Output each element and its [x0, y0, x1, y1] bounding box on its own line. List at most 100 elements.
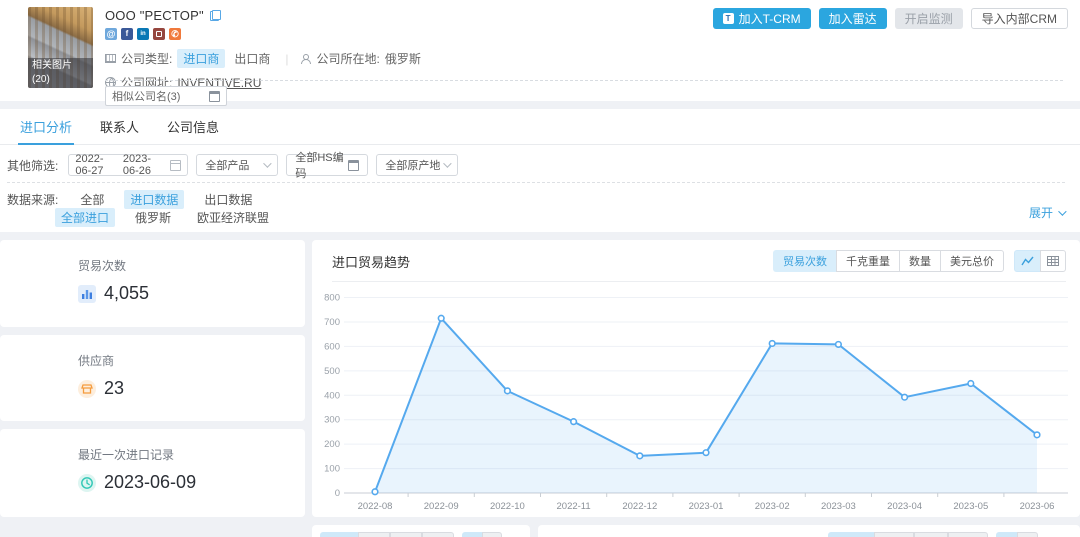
partial-button[interactable]: [828, 532, 874, 537]
building-icon: [105, 54, 116, 63]
header-actions: T 加入T-CRM 加入雷达 开启监测 导入内部CRM: [713, 8, 1068, 29]
partial-toggle[interactable]: [482, 532, 502, 537]
chart-title: 进口贸易趋势: [332, 252, 773, 271]
tab-company-info[interactable]: 公司信息: [165, 109, 221, 144]
partial-button[interactable]: [874, 532, 914, 537]
partial-toggle[interactable]: [462, 532, 482, 537]
partial-button[interactable]: [422, 532, 454, 537]
partial-button[interactable]: [948, 532, 988, 537]
date-start: 2022-06-27: [75, 153, 116, 177]
data-point[interactable]: [637, 453, 643, 459]
add-to-radar-label: 加入雷达: [829, 10, 877, 27]
source-option-import[interactable]: 进口数据: [124, 190, 184, 209]
source-option-export[interactable]: 出口数据: [198, 190, 258, 209]
similar-companies-select[interactable]: 相似公司名(3): [105, 86, 227, 106]
page-root: 相关图片(20) OOO "PECTOP" @ f in ✆ 公司类型: 进口商…: [0, 0, 1080, 537]
filter-label: 其他筛选:: [7, 157, 58, 174]
email-icon[interactable]: @: [105, 28, 117, 40]
phone-icon[interactable]: ✆: [169, 28, 181, 40]
stat-value: 4,055: [104, 283, 149, 304]
tab-contacts[interactable]: 联系人: [98, 109, 141, 144]
linkedin-icon[interactable]: in: [137, 28, 149, 40]
start-monitoring-label: 开启监测: [905, 10, 953, 27]
bar-chart-icon: [78, 285, 96, 303]
similar-companies-label: 相似公司名(3): [112, 88, 180, 104]
chevron-down-icon: [264, 159, 272, 167]
company-photo[interactable]: 相关图片(20): [28, 7, 93, 88]
stat-card-suppliers: 供应商 23: [0, 335, 305, 421]
suboption-russia[interactable]: 俄罗斯: [129, 208, 177, 227]
data-point[interactable]: [703, 450, 709, 456]
table-icon[interactable]: [1040, 250, 1066, 272]
data-point[interactable]: [438, 315, 444, 321]
clock-icon: [78, 474, 96, 492]
stat-card-last-import: 最近一次进口记录 2023-06-09: [0, 429, 305, 517]
tcrm-icon: T: [723, 13, 734, 24]
metric-quantity-button[interactable]: 数量: [899, 250, 940, 272]
add-to-tcrm-button[interactable]: T 加入T-CRM: [713, 8, 811, 29]
data-source-subrow: 全部进口 俄罗斯 欧亚经济联盟: [55, 208, 275, 227]
x-axis-label: 2022-11: [557, 501, 591, 512]
data-point[interactable]: [769, 341, 775, 347]
data-point[interactable]: [836, 342, 842, 348]
metric-trade-count-button[interactable]: 贸易次数: [773, 250, 836, 272]
metric-kg-weight-button[interactable]: 千克重量: [836, 250, 899, 272]
partial-button[interactable]: [914, 532, 948, 537]
company-type-label: 公司类型:: [121, 50, 172, 67]
header-separator: [105, 80, 1063, 81]
expand-toggle[interactable]: 展开: [1029, 204, 1064, 221]
importer-tag[interactable]: 进口商: [177, 49, 225, 68]
exporter-tag[interactable]: 出口商: [230, 49, 274, 68]
partial-button[interactable]: [320, 532, 358, 537]
y-axis-label: 100: [324, 464, 340, 475]
people-icon: [300, 54, 312, 64]
facebook-icon[interactable]: f: [121, 28, 133, 40]
stat-label: 最近一次进口记录: [78, 446, 305, 463]
y-axis-label: 500: [324, 366, 340, 377]
filter-row: 其他筛选: 2022-06-27 2023-06-26 全部产品 全部HS编码 …: [7, 154, 458, 176]
import-internal-crm-button[interactable]: 导入内部CRM: [971, 8, 1068, 29]
product-select[interactable]: 全部产品: [196, 154, 278, 176]
shop-icon: [78, 380, 96, 398]
data-point[interactable]: [505, 388, 511, 394]
stat-value: 23: [104, 378, 124, 399]
metric-usd-total-button[interactable]: 美元总价: [940, 250, 1004, 272]
x-axis-label: 2022-10: [490, 501, 525, 512]
date-range-picker[interactable]: 2022-06-27 2023-06-26: [68, 154, 188, 176]
suboption-eaeu[interactable]: 欧亚经济联盟: [191, 208, 275, 227]
data-source-row: 数据来源: 全部 进口数据 出口数据: [7, 190, 258, 209]
copy-icon[interactable]: [210, 10, 221, 21]
data-point[interactable]: [968, 381, 974, 387]
partial-toggle[interactable]: [996, 532, 1017, 537]
data-source-label: 数据来源:: [7, 191, 58, 208]
y-axis-label: 300: [324, 415, 340, 426]
partial-button[interactable]: [390, 532, 422, 537]
hs-code-select[interactable]: 全部HS编码: [286, 154, 368, 176]
y-axis-label: 800: [324, 293, 340, 304]
related-images-caption[interactable]: 相关图片(20): [28, 58, 93, 88]
start-monitoring-button[interactable]: 开启监测: [895, 8, 963, 29]
location-label: 公司所在地:: [317, 50, 380, 67]
add-to-radar-button[interactable]: 加入雷达: [819, 8, 887, 29]
company-info: OOO "PECTOP" @ f in ✆ 公司类型: 进口商 出口商 | 公司…: [105, 8, 421, 91]
partial-button[interactable]: [358, 532, 390, 537]
data-point[interactable]: [571, 419, 577, 425]
company-name: OOO "PECTOP": [105, 8, 204, 23]
data-point[interactable]: [372, 489, 378, 495]
data-point[interactable]: [902, 394, 908, 400]
instagram-icon[interactable]: [153, 28, 165, 40]
partial-toggle[interactable]: [1017, 532, 1038, 537]
y-axis-label: 200: [324, 439, 340, 450]
line-chart-icon[interactable]: [1014, 250, 1040, 272]
source-option-all[interactable]: 全部: [74, 190, 110, 209]
suboption-all-import[interactable]: 全部进口: [55, 208, 115, 227]
x-axis-label: 2023-01: [689, 501, 724, 512]
import-trend-chart: 01002003004005006007008002022-082022-092…: [318, 286, 1074, 516]
data-point[interactable]: [1034, 432, 1040, 438]
tab-import-analysis[interactable]: 进口分析: [18, 109, 74, 144]
origin-select[interactable]: 全部原产地: [376, 154, 458, 176]
bottom-left-panel: [312, 525, 530, 537]
trend-area: [375, 318, 1037, 493]
date-end: 2023-06-26: [123, 153, 164, 177]
stat-card-trade-count: 贸易次数 4,055: [0, 240, 305, 327]
